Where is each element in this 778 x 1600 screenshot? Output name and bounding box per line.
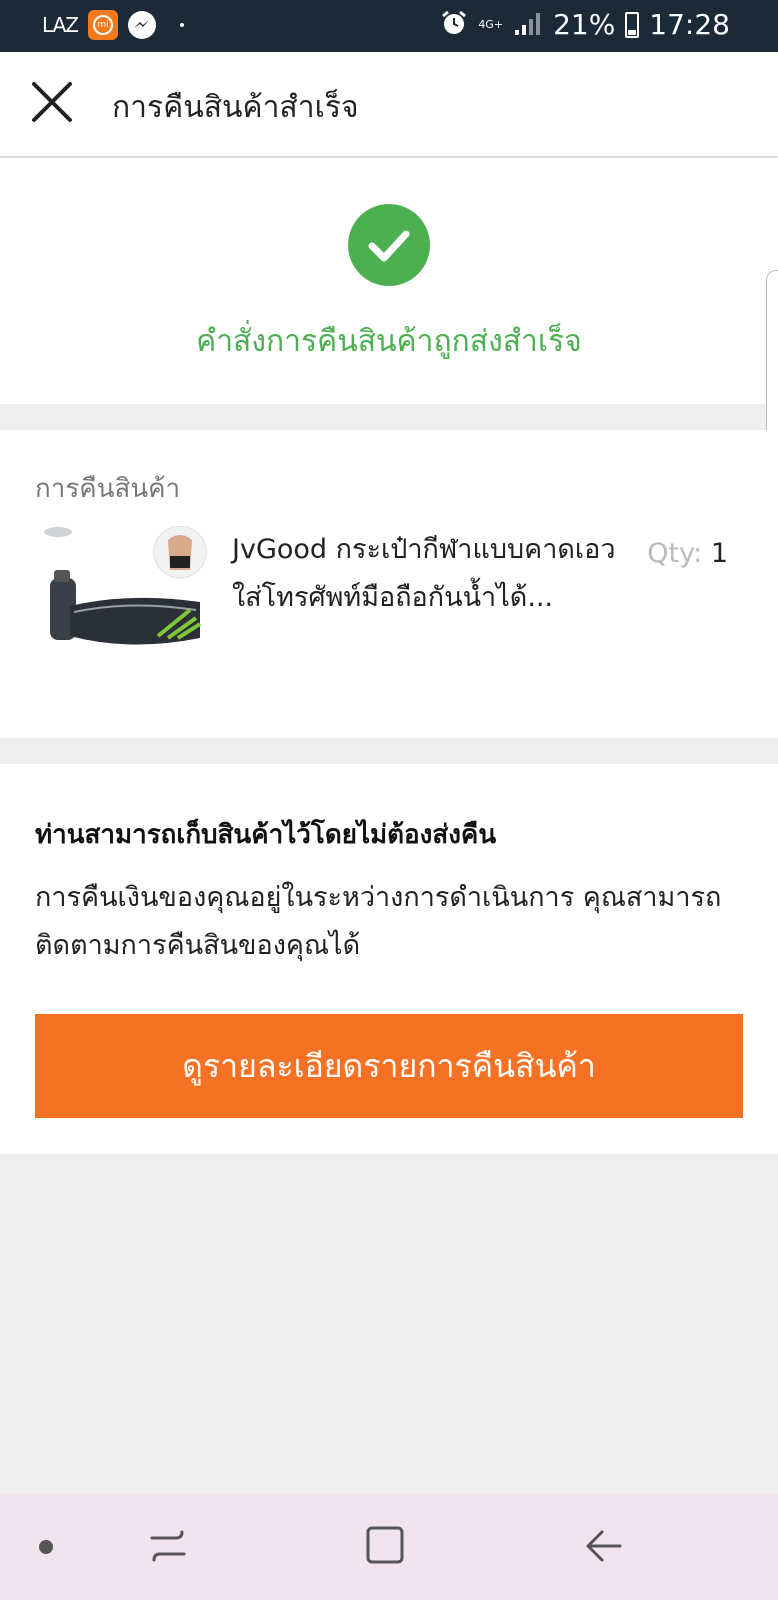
info-title: ท่านสามารถเก็บสินค้าไว้โดยไม่ต้องส่งคืน xyxy=(35,820,497,850)
return-items-section: การคืนสินค้า JvGood กระเป๋ากีฬาแบบคาดเอว… xyxy=(0,430,778,738)
close-button[interactable] xyxy=(28,78,76,126)
home-icon xyxy=(366,1526,404,1564)
network-type: 4G+ xyxy=(478,18,504,31)
home-button[interactable] xyxy=(364,1522,406,1568)
waist-bag-product-icon xyxy=(44,525,207,645)
success-message: คำสั่งการคืนสินค้าถูกส่งสำเร็จ xyxy=(196,324,582,359)
battery-icon xyxy=(625,11,640,38)
status-bar: LAZ mi 4G+ 21% 17:28 xyxy=(0,0,778,52)
status-bar-right: 4G+ 21% 17:28 xyxy=(440,8,730,41)
section-label: การคืนสินค้า xyxy=(35,474,181,504)
recents-button[interactable] xyxy=(148,1524,188,1568)
product-quantity: Qty: 1 xyxy=(647,538,728,569)
nav-dot-icon[interactable] xyxy=(39,1540,53,1554)
qty-value: 1 xyxy=(710,538,728,569)
view-return-details-button[interactable]: ดูรายละเอียดรายการคืนสินค้า xyxy=(35,1014,743,1118)
more-notifications-dot-icon xyxy=(179,23,184,27)
top-app-bar: การคืนสินค้าสำเร็จ xyxy=(0,52,778,156)
success-section: คำสั่งการคืนสินค้าถูกส่งสำเร็จ xyxy=(0,158,778,404)
lazada-notification-icon: LAZ xyxy=(42,13,79,37)
back-arrow-icon xyxy=(586,1530,622,1562)
alarm-icon xyxy=(440,9,468,41)
recents-icon xyxy=(150,1530,186,1562)
back-button[interactable] xyxy=(584,1524,624,1568)
info-description: การคืนเงินของคุณอยู่ในระหว่างการดำเนินกา… xyxy=(35,882,722,961)
product-image[interactable] xyxy=(40,525,210,668)
mi-app-icon: mi xyxy=(87,10,118,40)
messenger-icon xyxy=(127,11,156,39)
signal-icon xyxy=(513,10,543,40)
page-title: การคืนสินค้าสำเร็จ xyxy=(112,90,359,125)
system-navigation-bar xyxy=(0,1494,778,1600)
battery-percent: 21% xyxy=(553,8,616,41)
success-check-icon xyxy=(348,204,430,286)
info-section: ท่านสามารถเก็บสินค้าไว้โดยไม่ต้องส่งคืน … xyxy=(0,764,778,1154)
close-icon xyxy=(32,82,72,122)
product-name[interactable]: JvGood กระเป๋ากีฬาแบบคาดเอวใส่โทรศัพท์มื… xyxy=(232,526,622,622)
clock: 17:28 xyxy=(649,8,730,41)
qty-label: Qty: xyxy=(647,538,703,569)
status-bar-left: LAZ mi xyxy=(42,10,184,40)
